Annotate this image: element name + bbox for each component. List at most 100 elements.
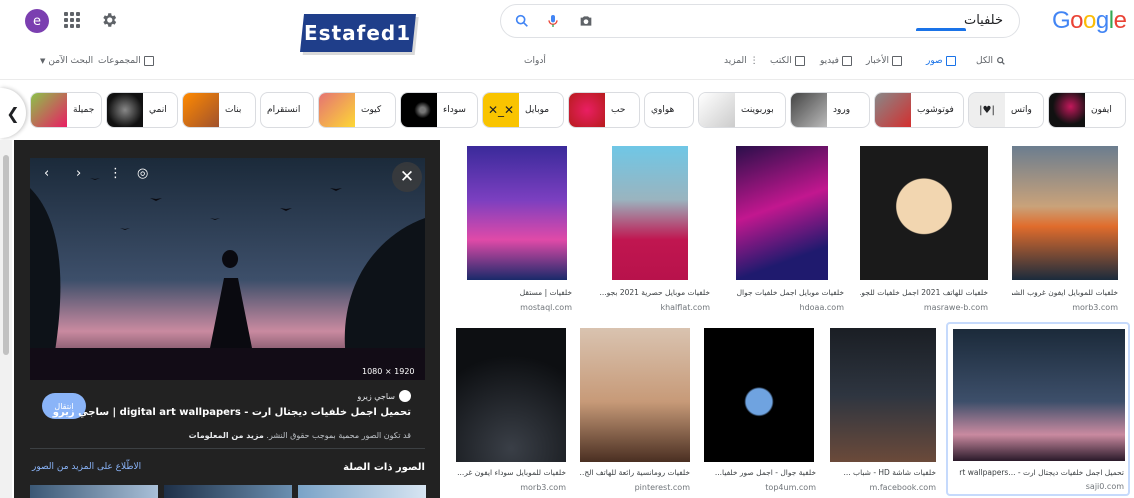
learn-more-link[interactable]: مزيد من المعلومات [189, 431, 264, 440]
google-logo[interactable]: Google [1052, 7, 1127, 35]
result-image[interactable] [953, 329, 1125, 461]
chip-huawei[interactable]: هواوي [644, 92, 694, 128]
dropdown-icon: ▼ [40, 57, 46, 65]
suggestion-chips: ايفون |♥| واتس فوتوشوب ورود بوربوينت هواو… [0, 92, 1134, 128]
result-card[interactable]: خلفيات موبايل اجمل خلفيات جوال ... hdoaa… [736, 146, 844, 312]
image-dimensions: 1080 × 1920 [362, 367, 415, 376]
result-card-selected[interactable]: تحميل اجمل خلفيات ديجتال ارت - ...rt wal… [946, 322, 1130, 496]
preview-image[interactable] [30, 158, 425, 380]
chip-iphone[interactable]: ايفون [1048, 92, 1126, 128]
result-image[interactable] [1012, 146, 1118, 280]
result-caption[interactable]: خلفيات للهاتف 2021 اجمل خلفيات للجو... [860, 288, 988, 297]
chevron-left-icon[interactable]: ‹ [44, 166, 49, 181]
see-more-link[interactable]: الاطّلاع على المزيد من الصور [32, 462, 141, 472]
active-tab-indicator [916, 28, 966, 31]
tab-video[interactable]: فيديو [820, 56, 852, 66]
related-thumbnail[interactable] [298, 485, 426, 498]
related-thumbnail[interactable] [164, 485, 292, 498]
chip-thumbnail [107, 93, 143, 127]
search-icon [997, 57, 1005, 65]
result-card[interactable]: خلفيات للهاتف 2021 اجمل خلفيات للجو... m… [860, 146, 988, 312]
result-card[interactable]: خلفيات شاشة HD - شباب ... m.facebook.com [830, 328, 936, 494]
chip-label: فوتوشوب [917, 105, 954, 115]
chip-roses[interactable]: ورود [790, 92, 870, 128]
result-caption[interactable]: خلفية جوال - اجمل صور خلفيا... [704, 468, 816, 477]
chip-label: ايفون [1091, 105, 1112, 115]
result-card[interactable]: خلفية جوال - اجمل صور خلفيا... top4um.co… [704, 328, 816, 494]
tab-all[interactable]: الكل [976, 56, 1006, 66]
related-thumbnail[interactable] [30, 485, 158, 498]
result-card[interactable]: خلفيات للموبايل سوداء ايفون غر... morb3.… [456, 328, 566, 494]
preview-title[interactable]: تحميل اجمل خلفيات ديجتال ارت - digital a… [53, 407, 411, 418]
chevron-right-icon[interactable]: › [76, 166, 81, 181]
result-card[interactable]: خلفيات موبايل حصرية 2021 بجو... khalflat… [588, 146, 710, 312]
chip-thumbnail [31, 93, 67, 127]
scrollbar[interactable] [0, 140, 12, 498]
search-box[interactable]: خلفيات [500, 4, 1020, 38]
chip-photoshop[interactable]: فوتوشوب [874, 92, 964, 128]
tab-images[interactable]: صور [926, 56, 956, 66]
preview-source[interactable]: ساجي زيرو [357, 390, 411, 402]
account-avatar[interactable]: e [25, 9, 49, 33]
chip-mobile[interactable]: ✕_✕ موبايل [482, 92, 564, 128]
search-icon[interactable] [514, 13, 530, 29]
chip-thumbnail [699, 93, 735, 127]
result-image[interactable] [736, 146, 828, 280]
search-input[interactable]: خلفيات [964, 13, 1003, 28]
close-icon[interactable]: ✕ [392, 162, 422, 192]
result-image[interactable] [456, 328, 566, 462]
tools-button[interactable]: أدوات [524, 56, 546, 66]
result-caption[interactable]: خلفيات للموبايل سوداء ايفون غر... [456, 468, 566, 477]
result-image[interactable] [580, 328, 690, 462]
chip-anime[interactable]: انمي [106, 92, 178, 128]
result-caption[interactable]: خلفيات موبايل حصرية 2021 بجو... [588, 288, 710, 297]
chip-cute[interactable]: كيوت [318, 92, 396, 128]
result-image[interactable] [704, 328, 814, 462]
news-icon [892, 56, 903, 66]
result-image[interactable] [612, 146, 688, 280]
tab-news[interactable]: الأخبار [866, 56, 903, 66]
chevron-left-icon: ❮ [6, 103, 20, 123]
result-site: saji0.com [1085, 482, 1124, 491]
result-site: hdoaa.com [799, 303, 844, 312]
chip-black[interactable]: سوداء [400, 92, 478, 128]
result-caption[interactable]: خلفيات للموبايل ايفون غروب الشم... [1012, 288, 1118, 297]
mic-icon[interactable] [545, 13, 561, 29]
result-caption[interactable]: خلفيات | مستقل [462, 288, 572, 297]
chip-powerpoint[interactable]: بوربوينت [698, 92, 786, 128]
tabs-divider [0, 79, 1134, 80]
chip-instagram[interactable]: انستقرام [260, 92, 314, 128]
more-vert-icon[interactable]: ⋮ [109, 166, 122, 181]
result-site: morb3.com [520, 483, 566, 492]
result-card[interactable]: خلفيات للموبايل ايفون غروب الشم... morb3… [1012, 146, 1118, 312]
safesearch-button[interactable]: البحث الآمن ▼ [40, 56, 93, 66]
chip-whatsapp[interactable]: |♥| واتس [968, 92, 1044, 128]
chip-label: انمي [149, 105, 167, 115]
result-image[interactable] [860, 146, 988, 280]
chip-love[interactable]: حب [568, 92, 640, 128]
collections-button[interactable]: المجموعات [98, 56, 154, 66]
lens-icon[interactable]: ◎ [137, 166, 148, 181]
gear-icon[interactable] [100, 11, 118, 29]
apps-grid-icon[interactable] [64, 12, 80, 28]
camera-icon[interactable] [578, 13, 594, 29]
result-card[interactable]: خلفيات رومانسية رائعة للهاتف الج... pint… [580, 328, 690, 494]
chip-label: موبايل [525, 105, 550, 115]
result-caption[interactable]: تحميل اجمل خلفيات ديجتال ارت - ...rt wal… [948, 468, 1124, 477]
divider [30, 448, 425, 449]
tab-books[interactable]: الكتب [770, 56, 805, 66]
chip-thumbnail [401, 93, 437, 127]
chip-label: سوداء [443, 105, 466, 115]
result-caption[interactable]: خلفيات شاشة HD - شباب ... [830, 468, 937, 477]
result-caption[interactable]: خلفيات موبايل اجمل خلفيات جوال ... [736, 288, 844, 297]
result-image[interactable] [467, 146, 567, 280]
result-caption[interactable]: خلفيات رومانسية رائعة للهاتف الج... [580, 468, 690, 477]
chip-label: حب [611, 105, 626, 115]
chip-girls[interactable]: بنات [182, 92, 256, 128]
result-site: khalflat.com [660, 303, 710, 312]
scrollbar-thumb[interactable] [3, 155, 9, 355]
tab-more[interactable]: ⋮ المزيد [724, 56, 759, 66]
result-image[interactable] [830, 328, 936, 462]
result-card[interactable]: خلفيات | مستقل mostaql.com [462, 146, 572, 312]
chip-beautiful[interactable]: جميلة [30, 92, 102, 128]
